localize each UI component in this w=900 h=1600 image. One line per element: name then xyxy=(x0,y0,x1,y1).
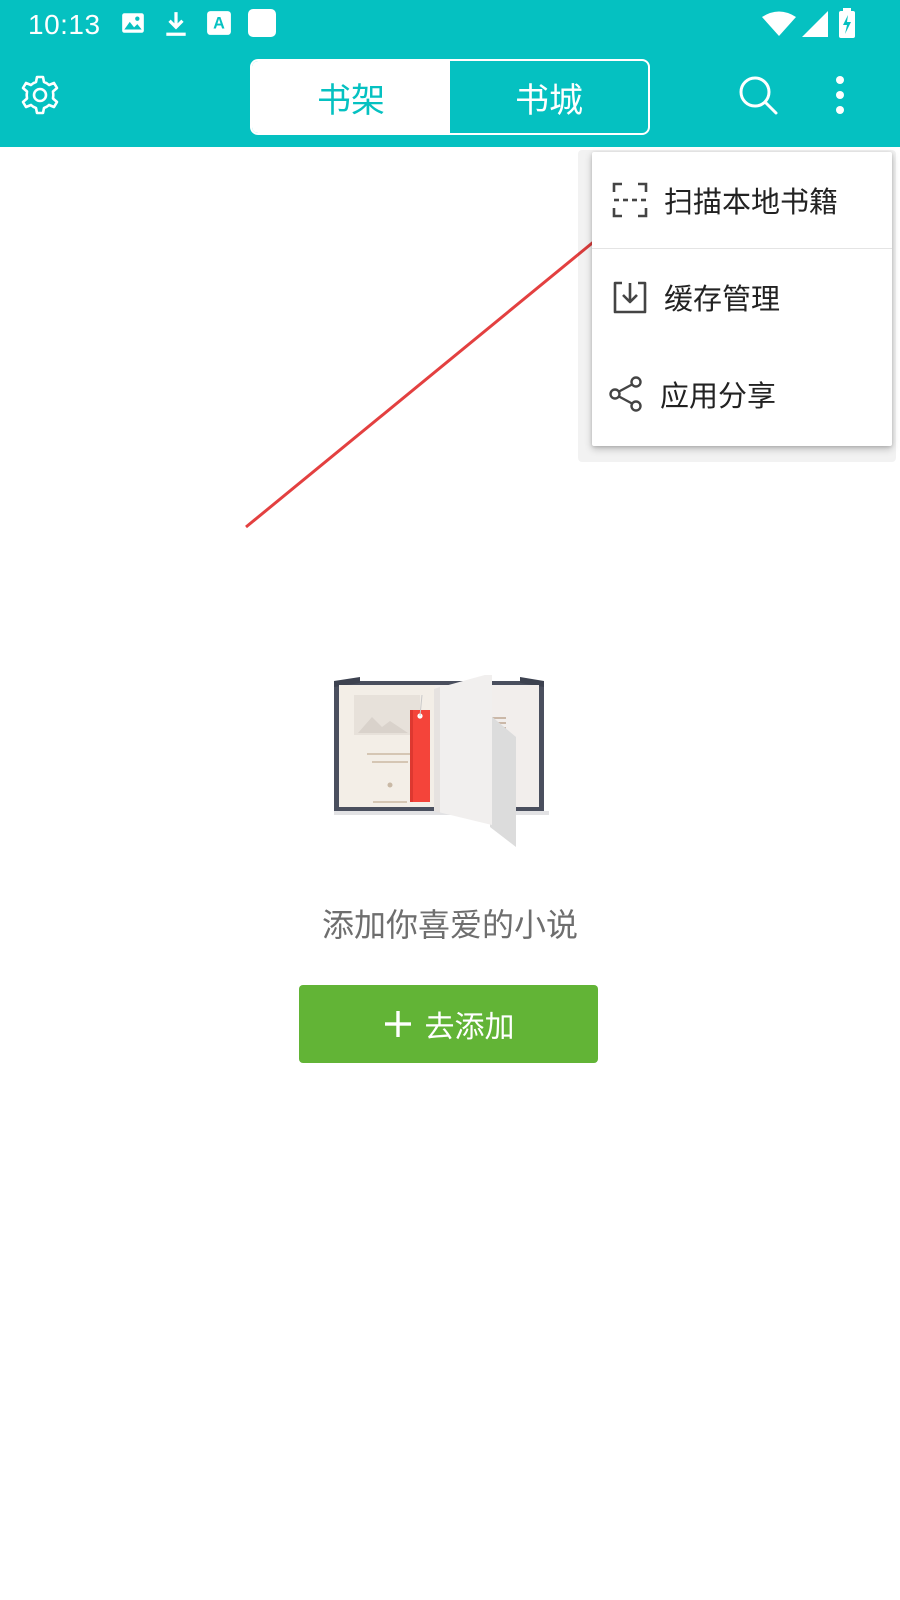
wifi-icon xyxy=(762,11,796,41)
empty-state-message: 添加你喜爱的小说 xyxy=(321,906,578,944)
gear-icon xyxy=(19,74,61,120)
tab-bookshelf[interactable]: 书架 xyxy=(252,61,450,133)
app-bar: 书架 书城 xyxy=(0,50,900,147)
more-vert-icon xyxy=(834,75,846,119)
add-books-label: 去添加 xyxy=(424,1010,515,1045)
tab-switcher: 书架 书城 xyxy=(250,59,650,135)
signal-icon xyxy=(802,11,828,41)
download-icon xyxy=(163,10,189,42)
more-options-button[interactable] xyxy=(810,67,870,127)
status-time: 10:13 xyxy=(28,9,101,40)
blank-square-icon xyxy=(248,9,276,41)
text-a-icon: A xyxy=(206,10,232,40)
share-icon xyxy=(606,374,646,414)
search-button[interactable] xyxy=(728,67,788,127)
overflow-menu: 扫描本地书籍 缓存管理 应用分享 xyxy=(592,152,892,446)
plus-icon xyxy=(383,1009,413,1039)
svg-text:A: A xyxy=(213,14,225,32)
scan-icon xyxy=(610,180,650,220)
status-bar: 10:13 A xyxy=(0,0,900,50)
menu-item-label: 缓存管理 xyxy=(664,282,781,316)
menu-item-cache-management[interactable]: 缓存管理 xyxy=(592,249,892,345)
empty-bookshelf-illustration xyxy=(330,673,560,855)
settings-button[interactable] xyxy=(10,67,70,127)
battery-charging-icon xyxy=(838,8,856,42)
menu-item-share-app[interactable]: 应用分享 xyxy=(592,346,892,442)
menu-item-label: 应用分享 xyxy=(660,379,777,413)
add-books-button[interactable]: 去添加 xyxy=(299,985,598,1063)
app-screen: 10:13 A 书架 书城 添加你喜爱的小说 去添加 扫描本地书籍 缓存管理 应… xyxy=(0,0,900,1600)
search-icon xyxy=(737,74,779,120)
menu-item-label: 扫描本地书籍 xyxy=(664,185,839,219)
image-icon xyxy=(120,10,146,40)
menu-item-scan-local-books[interactable]: 扫描本地书籍 xyxy=(592,152,892,248)
download-tray-icon xyxy=(610,277,650,317)
tab-bookstore[interactable]: 书城 xyxy=(450,61,648,133)
